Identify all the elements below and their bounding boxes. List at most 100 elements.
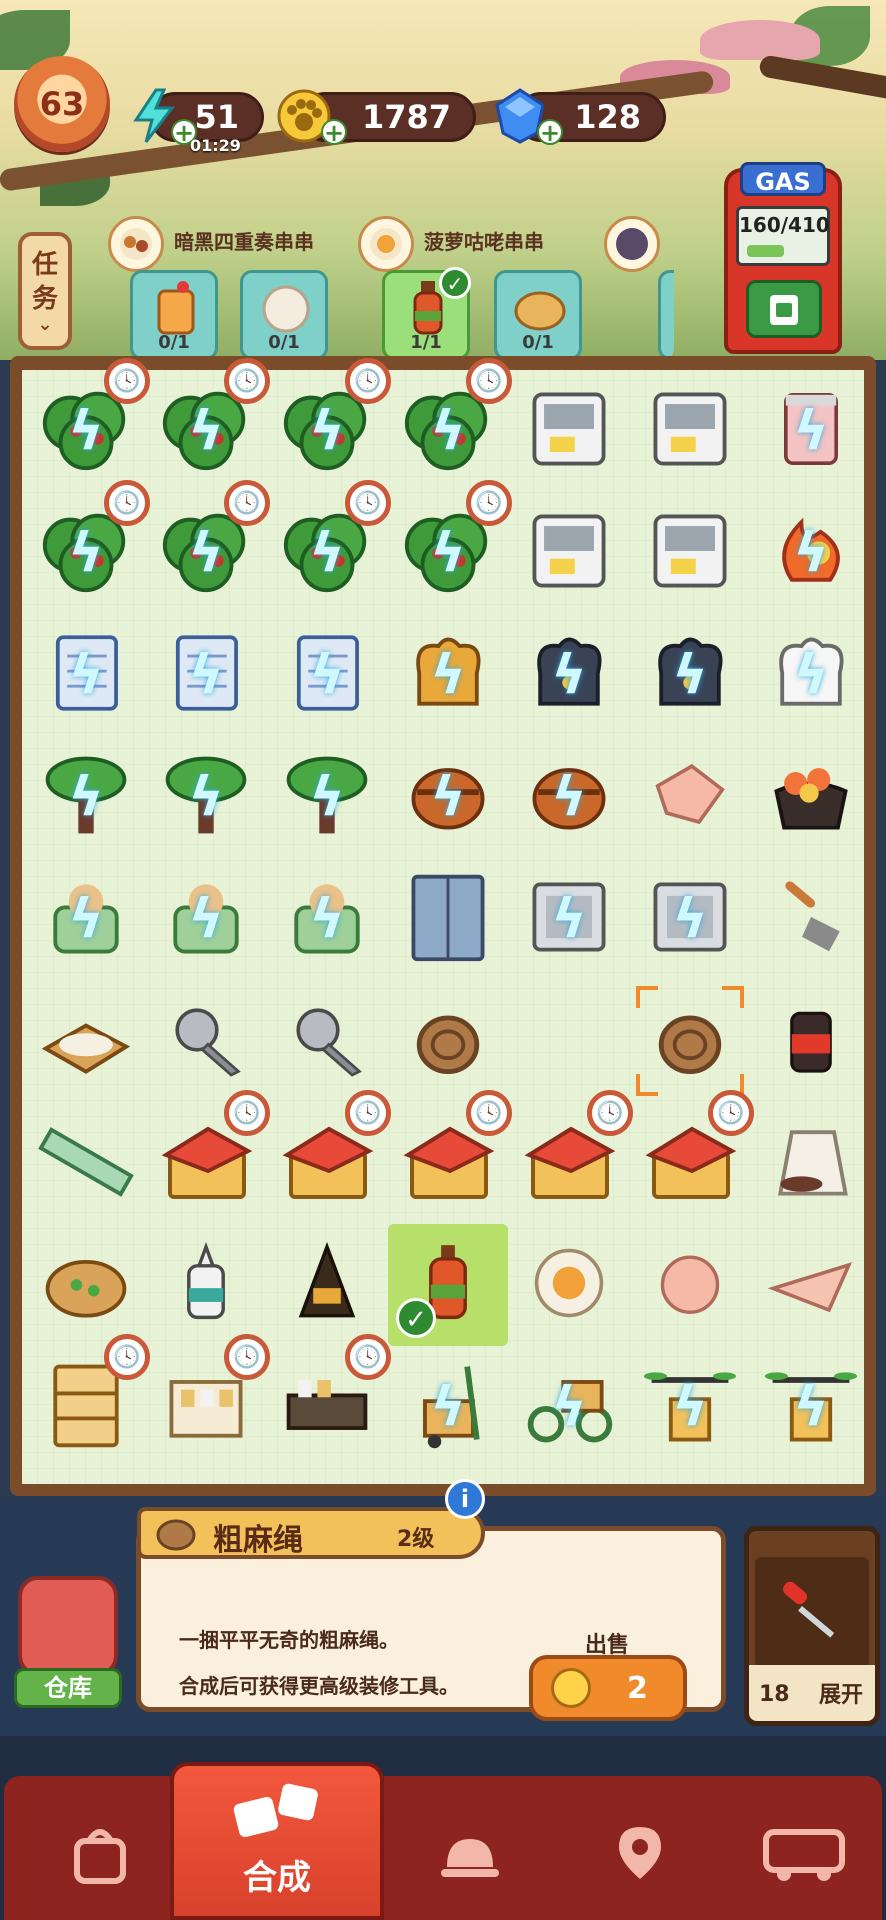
board-cell[interactable]	[630, 980, 750, 1102]
order-item[interactable]: 0/1	[240, 270, 328, 360]
board-cell[interactable]: 🕓	[146, 1334, 270, 1468]
rice-board-icon	[38, 991, 134, 1091]
energy-bolt-icon: ϟ	[68, 399, 104, 463]
board-cell[interactable]: 🕓	[267, 1090, 391, 1224]
order-item[interactable]: 0/1	[494, 270, 582, 360]
board-cell[interactable]: ϟ	[388, 1346, 508, 1468]
board-cell[interactable]: ϟ	[388, 736, 508, 858]
board-cell[interactable]: ϟ 🕓	[146, 358, 270, 492]
board-cell[interactable]: ϟ	[267, 736, 387, 858]
board-cell[interactable]: ✓	[388, 1224, 508, 1346]
board-cell[interactable]: ϟ	[509, 736, 629, 858]
nav-bus[interactable]	[734, 1794, 874, 1914]
nav-service[interactable]	[400, 1794, 540, 1914]
board-cell[interactable]: ϟ	[26, 614, 146, 736]
board-cell[interactable]: ϟ	[630, 858, 750, 980]
board-cell[interactable]: ϟ	[751, 492, 871, 614]
board-cell[interactable]: ϟ	[146, 736, 266, 858]
board-cell[interactable]: ϟ	[509, 1346, 629, 1468]
add-gems-button[interactable]: +	[537, 119, 563, 145]
board-cell[interactable]: ϟ	[26, 736, 146, 858]
gas-pump[interactable]: GAS 160/410	[724, 162, 842, 354]
board-cell[interactable]	[388, 980, 508, 1102]
board-cell[interactable]: ϟ	[751, 1346, 871, 1468]
merge-board[interactable]: ϟ 🕓 ϟ 🕓 ϟ 🕓 ϟ 🕓 ϟ ϟ 🕓 ϟ 🕓 ϟ 🕓 ϟ 🕓 ϟ ϟ ϟ ϟ ϟ ϟ ϟ ϟ ϟ ϟ ϟ ϟ ϟ ϟ ϟ ϟ ϟ ϟ 🕓 🕓 🕓 🕓 🕓…	[22, 358, 864, 1484]
board-cell[interactable]	[751, 1102, 871, 1224]
toolbox-button[interactable]: 18 展开	[744, 1526, 880, 1726]
board-cell[interactable]	[388, 858, 508, 980]
board-cell[interactable]: 🕓	[509, 1090, 633, 1224]
board-cell[interactable]: ϟ	[751, 614, 871, 736]
task-tab[interactable]: 任 务 ⌄	[18, 232, 72, 350]
board-cell[interactable]: ϟ	[751, 370, 871, 492]
board-cell[interactable]	[509, 1224, 629, 1346]
board-cell[interactable]	[146, 1224, 266, 1346]
board-cell[interactable]: ϟ	[267, 614, 387, 736]
board-cell[interactable]	[630, 736, 750, 858]
board-cell[interactable]: ϟ	[509, 614, 629, 736]
board-cell[interactable]	[751, 858, 871, 980]
board-cell[interactable]	[751, 736, 871, 858]
board-cell[interactable]: ϟ 🕓	[267, 358, 391, 492]
nav-map[interactable]	[570, 1794, 710, 1914]
board-cell[interactable]: ϟ	[630, 614, 750, 736]
order-card[interactable]: 菠萝咕咾串串 ✓ 1/1 0/1	[344, 212, 594, 362]
item-level: 2级	[397, 1527, 435, 1552]
board-cell[interactable]	[751, 980, 871, 1102]
nav-merge[interactable]: 合成	[170, 1762, 384, 1920]
nav-shop[interactable]	[30, 1794, 170, 1914]
board-cell[interactable]	[630, 492, 750, 614]
board-cell[interactable]: ϟ 🕓	[388, 480, 512, 614]
info-button[interactable]: i	[445, 1479, 485, 1519]
board-cell[interactable]	[26, 1224, 146, 1346]
energy-bolt-icon: ϟ	[793, 399, 829, 463]
board-cell[interactable]: ϟ	[509, 858, 629, 980]
energy-counter[interactable]: + 51	[133, 88, 264, 145]
board-cell[interactable]	[509, 980, 629, 1102]
order-item[interactable]	[658, 270, 674, 360]
board-cell[interactable]: ϟ 🕓	[146, 480, 270, 614]
energy-bolt-icon: ϟ	[430, 643, 466, 707]
board-cell[interactable]: ϟ 🕓	[267, 480, 391, 614]
rope-icon	[400, 991, 496, 1091]
board-cell[interactable]: 🕓	[630, 1090, 754, 1224]
order-card-partial[interactable]	[598, 212, 674, 362]
gem-counter[interactable]: + 128	[495, 88, 666, 145]
order-item[interactable]: 0/1	[130, 270, 218, 360]
gas-refill-button[interactable]	[746, 280, 822, 338]
board-cell[interactable]	[146, 980, 266, 1102]
board-cell[interactable]: ϟ 🕓	[388, 358, 512, 492]
warehouse-button[interactable]: 仓库	[8, 1576, 124, 1714]
order-item[interactable]: ✓ 1/1	[382, 267, 471, 360]
sell-button[interactable]: 2	[529, 1655, 687, 1721]
add-coins-button[interactable]: +	[321, 119, 347, 145]
toolbox-expand: 展开	[818, 1683, 863, 1708]
board-cell[interactable]: 🕓	[26, 1334, 150, 1468]
board-cell[interactable]	[26, 980, 146, 1102]
board-cell[interactable]: 🕓	[388, 1090, 512, 1224]
locker-icon	[400, 867, 496, 971]
board-cell[interactable]: ϟ	[26, 858, 146, 980]
order-card[interactable]: 暗黑四重奏串串 0/1 0/1	[94, 212, 356, 362]
board-cell[interactable]	[509, 370, 629, 492]
board-cell[interactable]	[630, 1224, 750, 1346]
board-cell[interactable]	[26, 1102, 146, 1224]
board-cell[interactable]: 🕓	[146, 1090, 270, 1224]
board-cell[interactable]	[751, 1224, 871, 1346]
ready-check-icon: ✓	[396, 1298, 436, 1338]
board-cell[interactable]	[630, 370, 750, 492]
board-cell[interactable]: ϟ	[146, 858, 266, 980]
player-level-badge[interactable]: 63	[14, 56, 110, 152]
board-cell[interactable]: ϟ	[630, 1346, 750, 1468]
coin-counter[interactable]: + 1787	[277, 89, 476, 145]
board-cell[interactable]	[267, 980, 387, 1102]
board-cell[interactable]	[267, 1224, 387, 1346]
board-cell[interactable]: ϟ	[388, 614, 508, 736]
board-cell[interactable]: ϟ	[146, 614, 266, 736]
board-cell[interactable]: ϟ	[267, 858, 387, 980]
board-cell[interactable]: ϟ 🕓	[26, 358, 150, 492]
board-cell[interactable]	[509, 492, 629, 614]
gift-box-icon	[18, 1576, 118, 1676]
board-cell[interactable]: ϟ 🕓	[26, 480, 150, 614]
board-cell[interactable]: 🕓	[267, 1334, 391, 1468]
